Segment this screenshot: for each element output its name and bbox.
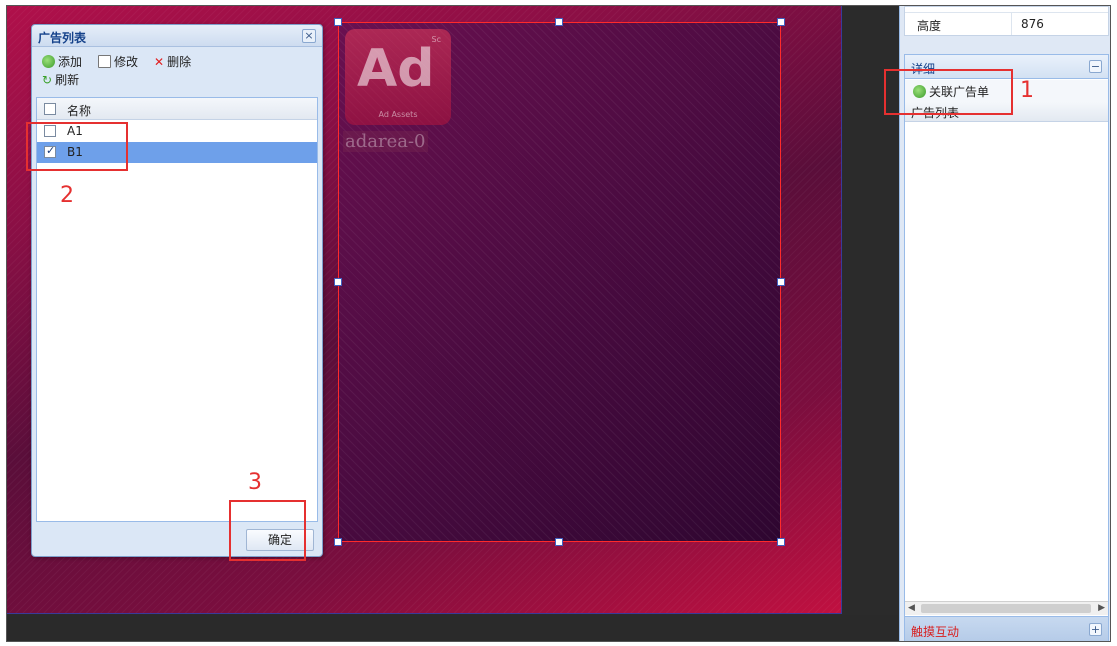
ad-list-dialog: 广告列表 × 添加 修改 ✕ 删除 ↻ 刷新 名称 A1 ✓ B1 确定 [31,24,323,557]
expand-icon[interactable]: + [1089,623,1102,636]
ad-logo-icon: Sc Ad Ad Assets [345,29,451,125]
property-value[interactable]: 876 [1021,17,1044,31]
design-canvas[interactable]: Sc Ad Ad Assets adarea-0 广告列表 × 添加 修改 ✕ … [7,6,842,614]
edit-icon [98,55,111,68]
resize-handle-n[interactable] [555,18,563,26]
resize-handle-sw[interactable] [334,538,342,546]
ad-area-label: adarea-0 [343,131,428,152]
column-name-header[interactable]: 名称 [67,102,91,119]
property-divider [1011,13,1012,35]
dialog-toolbar: 添加 修改 ✕ 删除 ↻ 刷新 [36,51,318,91]
add-icon [42,55,55,68]
resize-handle-w[interactable] [334,278,342,286]
property-row-above [905,7,1108,13]
scroll-left-icon[interactable]: ◀ [908,603,915,613]
add-label: 添加 [58,55,83,69]
resize-handle-se[interactable] [777,538,785,546]
resize-handle-s[interactable] [555,538,563,546]
annotation-number-2: 2 [60,183,74,208]
annotation-number-1: 1 [1020,78,1034,103]
add-button[interactable]: 添加 [42,53,82,71]
ad-area-region[interactable]: Sc Ad Ad Assets adarea-0 [338,22,781,542]
edit-button[interactable]: 修改 [98,53,138,71]
select-all-checkbox[interactable] [44,103,56,115]
collapse-icon[interactable]: − [1089,60,1102,73]
annotation-number-3: 3 [248,470,262,495]
delete-icon: ✕ [154,55,165,69]
dialog-header[interactable]: 广告列表 × [32,25,322,47]
resize-handle-nw[interactable] [334,18,342,26]
ad-logo-subtext: Ad Assets [378,110,418,119]
annotation-box-2 [26,122,128,171]
annotation-box-3 [229,500,306,561]
refresh-icon: ↻ [42,73,53,87]
grid-header: 名称 [37,98,317,120]
delete-button[interactable]: ✕ 删除 [154,53,191,71]
horizontal-scrollbar[interactable]: ◀ ▶ [905,601,1108,615]
refresh-button[interactable]: ↻ 刷新 [42,71,79,89]
delete-label: 删除 [167,55,192,69]
canvas-bottom-strip [7,615,898,641]
edit-label: 修改 [114,55,139,69]
property-grid: 高度 876 [904,6,1109,36]
touch-interaction-section[interactable]: 触摸互动 + [905,616,1108,641]
resize-handle-e[interactable] [777,278,785,286]
touch-interaction-label: 触摸互动 [911,625,960,639]
scroll-right-icon[interactable]: ▶ [1098,603,1105,613]
detail-panel: 详细 − 关联广告单 广告列表 ◀ ▶ 触摸互动 + [904,54,1109,641]
property-name: 高度 [917,19,942,33]
dialog-title: 广告列表 [38,31,87,45]
refresh-label: 刷新 [55,73,80,87]
scrollbar-thumb[interactable] [921,604,1091,613]
annotation-box-1 [884,69,1013,115]
resize-handle-ne[interactable] [777,18,785,26]
close-icon[interactable]: × [302,29,316,43]
ad-logo-text: Ad [357,39,435,99]
